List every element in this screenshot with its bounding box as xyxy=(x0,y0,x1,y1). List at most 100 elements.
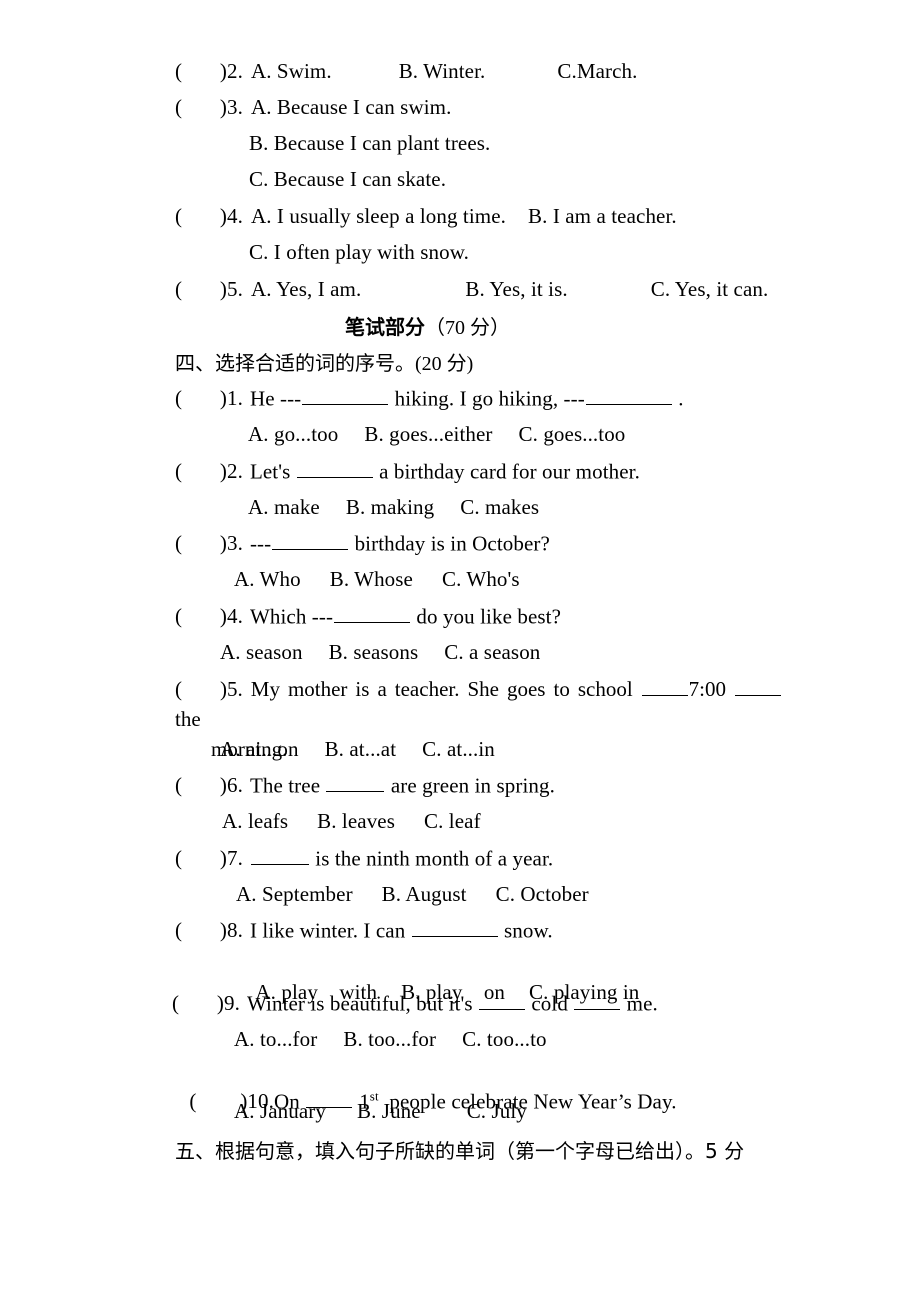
question-stem-cont: cold xyxy=(526,991,574,1016)
option-a[interactable]: A. Who xyxy=(234,566,301,592)
option-a[interactable]: A. at...on xyxy=(220,736,299,762)
question-6: () 6. The tree are green in spring. xyxy=(175,772,555,798)
question-2: () 2. Let's a birthday card for our mother… xyxy=(175,458,640,484)
question-3: () 3. --- birthday is in October? xyxy=(175,530,550,556)
answer-bracket[interactable]: () xyxy=(175,94,227,120)
option-b[interactable]: B. at...at xyxy=(325,736,397,762)
answer-bracket[interactable]: () xyxy=(175,58,227,84)
item-number: 8. xyxy=(227,918,243,943)
answer-blank-1[interactable] xyxy=(479,990,526,1011)
option-a[interactable]: A. to...for xyxy=(234,1026,317,1052)
answer-blank-1[interactable] xyxy=(250,845,309,866)
option-a[interactable]: A. go...too xyxy=(248,421,338,447)
option-a[interactable]: A. I usually sleep a long time. xyxy=(251,203,506,229)
answer-bracket[interactable]: () xyxy=(172,990,224,1016)
question-stem-cont: snow. xyxy=(498,918,553,943)
item-number: 6. xyxy=(227,773,243,798)
answer-blank-2[interactable] xyxy=(574,990,621,1011)
question-stem-cont: a birthday card for our mother. xyxy=(373,459,640,484)
listening-item-2: () 2. A. Swim. B. Winter. C.March. xyxy=(175,58,638,84)
option-c[interactable]: C. makes xyxy=(460,494,539,520)
option-a[interactable]: A. September xyxy=(236,881,353,907)
option-c[interactable]: C. I often play with snow. xyxy=(249,239,469,265)
option-a[interactable]: A. leafs xyxy=(222,808,288,834)
answer-blank-2[interactable] xyxy=(585,385,672,406)
answer-blank-1[interactable] xyxy=(641,676,688,696)
option-b[interactable]: B. Yes, it is. xyxy=(465,276,567,302)
option-a[interactable]: A. Yes, I am. xyxy=(251,276,361,302)
section-four-heading-cn: 四、选择合适的词的序号。 xyxy=(175,351,415,375)
option-c[interactable]: C.March. xyxy=(557,58,637,84)
option-b[interactable]: B. too...for xyxy=(343,1026,436,1052)
option-b[interactable]: B. I am a teacher. xyxy=(528,203,677,229)
item-number: 3. xyxy=(227,95,243,119)
answer-bracket[interactable]: () xyxy=(175,674,227,704)
option-a[interactable]: A. make xyxy=(248,494,320,520)
exam-page: () 2. A. Swim. B. Winter. C.March. () 3. A. Be… xyxy=(0,0,920,1302)
question-1-options: A. go...too B. goes...either C. goes...too xyxy=(248,421,625,447)
option-c[interactable]: C. goes...too xyxy=(519,421,626,447)
option-c[interactable]: C. Because I can skate. xyxy=(249,166,446,192)
answer-bracket[interactable]: () xyxy=(175,203,227,229)
option-c[interactable]: C. at...in xyxy=(422,736,495,762)
item-number: 2. xyxy=(227,59,243,83)
item-number: 5. xyxy=(227,277,243,301)
question-stem-cont: the xyxy=(175,707,201,731)
option-a[interactable]: A. Because I can swim. xyxy=(251,94,451,120)
option-b[interactable]: B. seasons xyxy=(329,639,419,665)
written-part-title: 笔试部分 xyxy=(345,315,425,339)
item-number: 2. xyxy=(227,459,243,484)
option-b[interactable]: B. August xyxy=(382,881,467,907)
question-9: () 9. Winter is beautiful, but it's cold m… xyxy=(172,990,658,1016)
option-b[interactable]: B. goes...either xyxy=(364,421,492,447)
option-b[interactable]: B. Whose xyxy=(330,566,413,592)
question-2-options: A. make B. making C. makes xyxy=(248,494,539,520)
question-stem: Which --- xyxy=(249,604,334,629)
answer-blank-1[interactable] xyxy=(296,458,373,479)
option-c[interactable]: C. Yes, it can. xyxy=(651,276,769,302)
answer-bracket[interactable]: () xyxy=(175,917,227,943)
question-stem-cont: are green in spring. xyxy=(385,773,555,798)
answer-bracket[interactable]: () xyxy=(175,385,227,411)
option-b[interactable]: B. making xyxy=(346,494,434,520)
listening-item-3-option-c[interactable]: C. Because I can skate. xyxy=(249,166,446,192)
listening-item-4-option-c[interactable]: C. I often play with snow. xyxy=(249,239,469,265)
option-c[interactable]: C. a season xyxy=(444,639,540,665)
answer-blank-1[interactable] xyxy=(326,772,385,793)
answer-bracket[interactable]: () xyxy=(175,603,227,629)
option-b[interactable]: B. Because I can plant trees. xyxy=(249,130,490,156)
written-part-header: 笔试部分（70 分） xyxy=(345,311,510,340)
question-stem: The tree xyxy=(249,773,326,798)
answer-bracket[interactable]: () xyxy=(175,772,227,798)
answer-bracket[interactable]: () xyxy=(175,530,227,556)
answer-bracket[interactable]: () xyxy=(175,458,227,484)
answer-blank-1[interactable] xyxy=(411,917,498,938)
option-c[interactable]: C. October xyxy=(496,881,589,907)
answer-bracket[interactable]: () xyxy=(175,845,227,871)
item-number: 4. xyxy=(227,204,243,228)
answer-blank-1[interactable] xyxy=(334,603,411,624)
option-c[interactable]: C. leaf xyxy=(424,808,481,834)
question-stem-cont: do you like best? xyxy=(411,604,562,629)
option-a[interactable]: A. Swim. xyxy=(251,58,332,84)
option-c[interactable]: C. Who's xyxy=(442,566,520,592)
option-b[interactable]: B. leaves xyxy=(317,808,395,834)
option-c[interactable]: C. July xyxy=(467,1098,527,1124)
question-stem-end: me. xyxy=(621,991,658,1016)
answer-bracket[interactable]: () xyxy=(175,276,227,302)
question-stem: --- xyxy=(249,531,272,556)
item-number: 4. xyxy=(227,604,243,629)
option-a[interactable]: A. season xyxy=(220,639,303,665)
answer-blank-1[interactable] xyxy=(302,385,389,406)
option-b[interactable]: B. Winter. xyxy=(399,58,486,84)
option-b[interactable]: B. June xyxy=(357,1098,421,1124)
answer-blank-2[interactable] xyxy=(735,676,782,696)
answer-blank-1[interactable] xyxy=(272,530,349,551)
question-9-options: A. to...for B. too...for C. too...to xyxy=(234,1026,547,1052)
option-c[interactable]: C. too...to xyxy=(462,1026,547,1052)
section-five-heading: 五、根据句意，填入句子所缺的单词（第一个字母已给出）。5 分 xyxy=(175,1139,745,1163)
listening-item-3-option-b[interactable]: B. Because I can plant trees. xyxy=(249,130,490,156)
option-a[interactable]: A. January xyxy=(234,1098,326,1124)
section-four-heading: 四、选择合适的词的序号。(20 分) xyxy=(175,347,473,376)
section-four-points: (20 分) xyxy=(415,353,474,375)
